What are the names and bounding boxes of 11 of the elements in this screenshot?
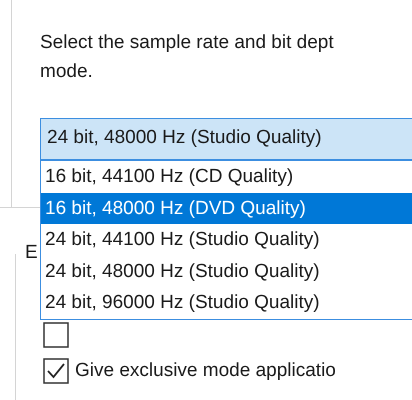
dropdown-option[interactable]: 24 bit, 44100 Hz (Studio Quality) [41, 224, 412, 256]
dropdown-option[interactable]: 24 bit, 96000 Hz (Studio Quality) [41, 287, 412, 318]
dropdown-option[interactable]: 16 bit, 44100 Hz (CD Quality) [41, 161, 412, 192]
checkbox[interactable] [43, 322, 69, 348]
dropdown-option[interactable]: 16 bit, 48000 Hz (DVD Quality) [41, 192, 412, 224]
format-dropdown[interactable]: 24 bit, 48000 Hz (Studio Quality) [40, 118, 412, 160]
checkbox-label: Give exclusive mode applicatio [75, 360, 336, 382]
description-text: Select the sample rate and bit dept [40, 31, 334, 55]
dropdown-option[interactable]: 24 bit, 48000 Hz (Studio Quality) [41, 256, 412, 287]
description-text: mode. [40, 60, 93, 84]
checkbox[interactable] [43, 358, 69, 384]
